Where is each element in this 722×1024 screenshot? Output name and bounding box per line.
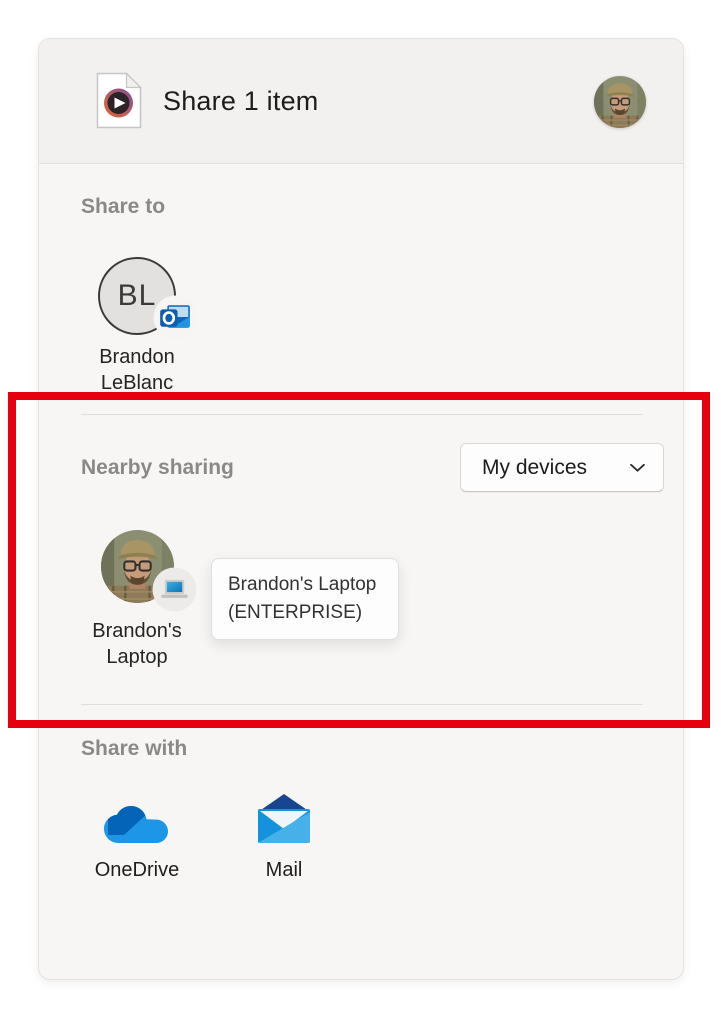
chevron-down-icon: [630, 463, 645, 473]
outlook-icon: [153, 295, 198, 340]
onedrive-icon: [104, 799, 172, 845]
laptop-icon: [152, 567, 197, 612]
app-label: Mail: [222, 859, 346, 882]
share-with-label: Share with: [81, 737, 187, 761]
share-to-label: Share to: [81, 195, 165, 219]
device-tooltip: Brandon's Laptop (ENTERPRISE): [211, 558, 399, 640]
media-file-icon: [96, 72, 142, 129]
contact-name: Brandon LeBlanc: [75, 344, 199, 396]
app-label: OneDrive: [75, 859, 199, 882]
device-tooltip-text: Brandon's Laptop (ENTERPRISE): [228, 574, 376, 623]
dialog-header: Share 1 item: [39, 39, 683, 164]
device-filter-value: My devices: [482, 456, 630, 480]
section-divider: [81, 704, 643, 705]
nearby-sharing-label: Nearby sharing: [81, 456, 234, 480]
account-avatar: [594, 76, 646, 128]
contact-initials: BL: [118, 279, 157, 313]
share-dialog: Share 1 item Share to BL Brandon Le: [38, 38, 684, 980]
device-filter-dropdown[interactable]: My devices: [460, 443, 664, 492]
device-name: Brandon's Laptop: [75, 618, 199, 670]
share-dialog-page: Share 1 item Share to BL Brandon Le: [0, 0, 722, 1024]
dialog-title: Share 1 item: [163, 86, 318, 117]
section-divider: [81, 414, 643, 415]
mail-icon: [253, 787, 315, 849]
